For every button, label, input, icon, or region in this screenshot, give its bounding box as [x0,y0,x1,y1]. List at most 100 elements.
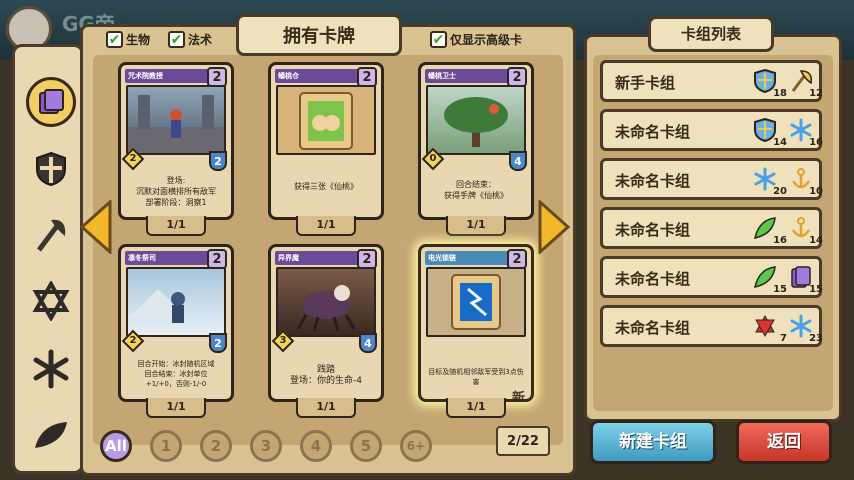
category-star-tab[interactable] [29,279,73,323]
deck-item[interactable]: 未命名卡组 16 14 [600,207,823,249]
card-health: 2 [209,333,227,353]
card-cost: 2 [507,67,527,87]
snowflake-icon [33,349,69,389]
deck-name: 未命名卡组 [615,319,691,337]
card-slot[interactable]: 电光锁链 2 目标及随机相邻敌军受到3点伤害 新 1/1 [418,244,534,418]
card-art [126,267,226,337]
back-button[interactable]: 返回 [736,420,832,464]
filter-spell[interactable]: ✔ 法术 [168,31,212,48]
new-deck-button[interactable]: 新建卡组 [590,420,716,464]
card-name: 电光锁链 [425,251,511,265]
card-name: 咒术院教授 [125,69,211,83]
deck-list-title: 卡组列表 [648,16,774,52]
card-cost: 2 [357,67,377,87]
deck-name: 未命名卡组 [615,123,691,141]
leaf-icon [35,422,67,448]
card-description: 回合开始：冰封随机区域 回合结束：冰封单位 +1/+0，否则-1/-0 [137,360,215,388]
checkmark-icon: ✔ [168,31,185,48]
category-all-cards-tab[interactable] [26,77,76,127]
new-badge: 新 [511,391,525,402]
card-frame: 咒术院教授 2 2 2 登场: 沉默对面横排所有敌军 部署阶段：洞察1 [118,62,234,220]
category-leaf-tab[interactable] [29,413,73,457]
card-frame: 蟠桃仓 2 获得三张《仙桃》 [268,62,384,220]
cost-filter-all[interactable]: All [100,430,132,462]
card-cost: 2 [507,249,527,269]
card-slot[interactable]: 凛冬祭司 2 2 2 回合开始：冰封随机区域 回合结束：冰封单位 +1/+0，否… [118,244,234,418]
cost-filter-1[interactable]: 1 [150,430,182,462]
card-health: 2 [209,151,227,171]
card-health: 4 [509,151,527,171]
category-axe-tab[interactable] [29,213,73,257]
page-indicator: 2/22 [496,426,550,456]
card-count: 1/1 [446,398,506,418]
card-slot[interactable]: 咒术院教授 2 2 2 登场: 沉默对面横排所有敌军 部署阶段：洞察1 1/1 [118,62,234,236]
card-health: 4 [359,333,377,353]
cards-icon: 15 [789,265,823,295]
cost-filter-2[interactable]: 2 [200,430,232,462]
card-slot[interactable]: 蟠桃仓 2 获得三张《仙桃》 1/1 [268,62,384,236]
previous-page-arrow[interactable] [78,198,114,256]
deck-item[interactable]: 未命名卡组 7 23 [600,305,823,347]
snowflake-icon: 23 [789,314,823,344]
card-description: 践踏 登场：你的生命-4 [290,365,362,386]
filter-spell-label: 法术 [188,33,213,47]
cards-icon [39,89,64,114]
anchor-icon: 10 [789,167,823,197]
category-shield-tab[interactable] [29,147,73,191]
card-count: 1/1 [446,216,506,236]
filter-creature[interactable]: ✔ 生物 [106,31,150,48]
card-slot[interactable]: 蟠桃卫士 2 0 4 回合结束： 获得手牌《仙桃》 1/1 [418,62,534,236]
deck-name: 新手卡组 [615,74,676,92]
card-name: 异界魔 [275,251,361,265]
snowflake-icon: 16 [789,118,823,148]
checkmark-icon: ✔ [430,31,447,48]
deck-name: 未命名卡组 [615,172,691,190]
star-icon: 7 [753,314,787,344]
card-cost: 2 [207,249,227,269]
shield-icon: 14 [753,117,787,148]
shield-icon: 18 [753,68,787,99]
card-cost: 2 [357,249,377,269]
cost-filter-5[interactable]: 5 [350,430,382,462]
card-description: 登场: 沉默对面横排所有敌军 部署阶段：洞察1 [136,176,216,207]
card-name: 凛冬祭司 [125,251,211,265]
card-count: 1/1 [296,398,356,418]
filter-advanced-only[interactable]: ✔ 仅显示高级卡 [430,31,522,48]
card-description: 目标及随机相邻敌军受到3点伤害 [428,368,524,386]
category-sidebar [12,44,84,474]
card-cost: 2 [207,67,227,87]
panel-title: 拥有卡牌 [236,14,402,56]
card-count: 1/1 [296,216,356,236]
axe-icon: 12 [789,69,823,99]
card-art [426,267,526,337]
hexagram-icon [32,281,70,321]
cost-filter-3[interactable]: 3 [250,430,282,462]
leaf-icon: 15 [753,265,787,295]
axe-icon [37,219,66,252]
cost-filter-4[interactable]: 4 [300,430,332,462]
deck-item[interactable]: 新手卡组 18 12 [600,60,823,102]
card-art [126,85,226,155]
card-frame: 蟠桃卫士 2 0 4 回合结束： 获得手牌《仙桃》 [418,62,534,220]
deck-item[interactable]: 未命名卡组 20 10 [600,158,823,200]
checkmark-icon: ✔ [106,31,123,48]
card-count: 1/1 [146,398,206,418]
card-art [276,85,376,155]
filter-advanced-label: 仅显示高级卡 [450,33,523,47]
shield-icon [36,151,66,187]
arrow-left-icon [79,198,112,256]
card-count: 1/1 [146,216,206,236]
card-slot[interactable]: 异界魔 2 3 4 践踏 登场：你的生命-4 1/1 [268,244,384,418]
deck-item[interactable]: 未命名卡组 14 16 [600,109,823,151]
card-description: 获得三张《仙桃》 [294,182,358,191]
deck-item[interactable]: 未命名卡组 15 15 [600,256,823,298]
card-frame: 异界魔 2 3 4 践踏 登场：你的生命-4 [268,244,384,402]
cost-filter-6plus[interactable]: 6+ [400,430,432,462]
deck-name: 未命名卡组 [615,221,691,239]
card-art [276,267,376,337]
card-art [426,85,526,155]
next-page-arrow[interactable] [536,198,572,256]
arrow-right-icon [538,198,571,256]
category-snowflake-tab[interactable] [29,347,73,391]
snowflake-icon: 20 [753,167,787,197]
